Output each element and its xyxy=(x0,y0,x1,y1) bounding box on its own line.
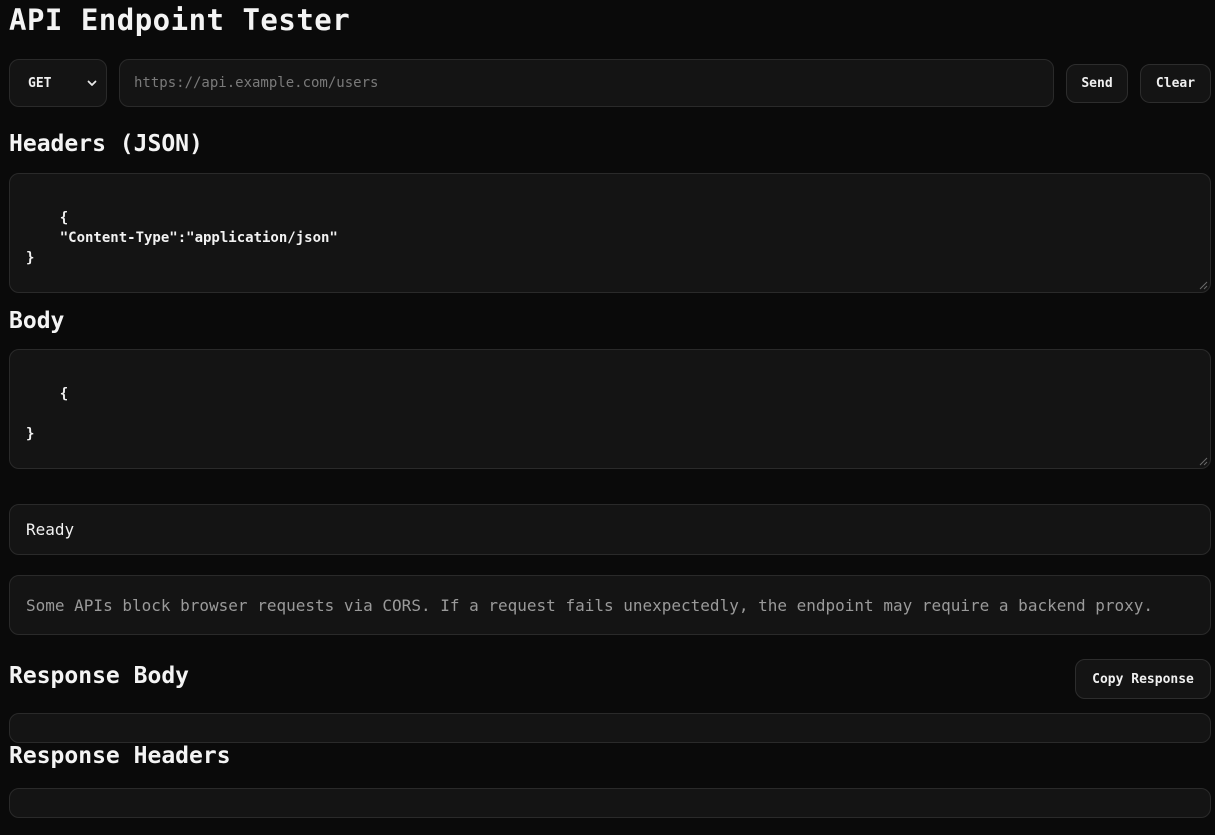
chevron-down-icon xyxy=(87,80,97,86)
body-textarea-content: { } xyxy=(26,386,69,442)
headers-heading: Headers (JSON) xyxy=(9,131,203,157)
api-tester-page: API Endpoint Tester GET Send Clear Heade… xyxy=(0,0,1215,835)
response-headers-heading: Response Headers xyxy=(9,743,231,769)
status-panel: Ready xyxy=(9,504,1211,555)
method-select-value: GET xyxy=(28,75,52,91)
cors-note-text: Some APIs block browser requests via COR… xyxy=(26,595,1154,615)
body-textarea[interactable]: { } xyxy=(9,349,1211,469)
response-body-output xyxy=(9,713,1211,743)
clear-button[interactable]: Clear xyxy=(1140,64,1211,103)
resize-grip-icon[interactable] xyxy=(1199,457,1208,466)
status-text: Ready xyxy=(26,520,75,539)
page-title: API Endpoint Tester xyxy=(9,3,351,37)
response-body-heading: Response Body xyxy=(9,663,190,689)
send-button[interactable]: Send xyxy=(1066,64,1128,103)
resize-grip-icon[interactable] xyxy=(1199,281,1208,290)
headers-textarea-content: { "Content-Type":"application/json" } xyxy=(26,210,338,266)
body-heading: Body xyxy=(9,308,65,334)
cors-note-panel: Some APIs block browser requests via COR… xyxy=(9,575,1211,635)
headers-textarea[interactable]: { "Content-Type":"application/json" } xyxy=(9,173,1211,293)
method-select[interactable]: GET xyxy=(9,59,107,107)
response-headers-output xyxy=(9,788,1211,818)
url-input[interactable] xyxy=(119,59,1054,107)
copy-response-button[interactable]: Copy Response xyxy=(1075,659,1211,699)
